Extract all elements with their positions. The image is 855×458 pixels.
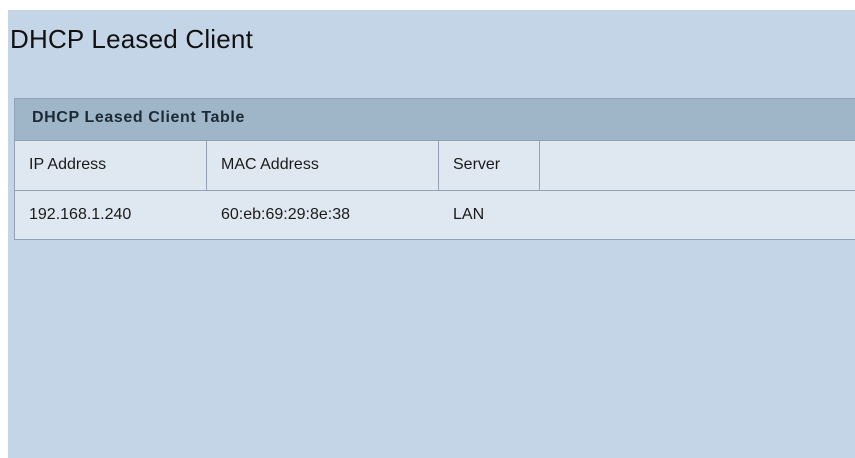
column-header-label: IP Address — [29, 156, 107, 173]
column-header-label: MAC Address — [221, 156, 319, 173]
cell-mac-address: 60:eb:69:29:8e:38 — [207, 191, 439, 239]
table-caption-text: DHCP Leased Client Table — [32, 109, 245, 126]
column-header-server: Server — [439, 141, 540, 190]
page-title: DHCP Leased Client — [10, 24, 254, 54]
dhcp-leased-client-table: DHCP Leased Client Table IP Address MAC … — [14, 98, 855, 240]
cell-ip-address-text: 192.168.1.240 — [29, 206, 132, 223]
column-header-empty — [540, 141, 855, 190]
cell-empty — [540, 191, 855, 239]
column-header-ip-address: IP Address — [15, 141, 207, 190]
cell-ip-address: 192.168.1.240 — [15, 191, 207, 239]
table-header-row: IP Address MAC Address Server — [15, 141, 855, 191]
column-header-label: Server — [453, 156, 501, 173]
cell-server-text: LAN — [453, 206, 485, 223]
cell-mac-address-text: 60:eb:69:29:8e:38 — [221, 206, 351, 223]
cell-server: LAN — [439, 191, 540, 239]
table-row: 192.168.1.240 60:eb:69:29:8e:38 LAN — [15, 191, 855, 239]
table-caption: DHCP Leased Client Table — [15, 99, 855, 141]
column-header-mac-address: MAC Address — [207, 141, 439, 190]
